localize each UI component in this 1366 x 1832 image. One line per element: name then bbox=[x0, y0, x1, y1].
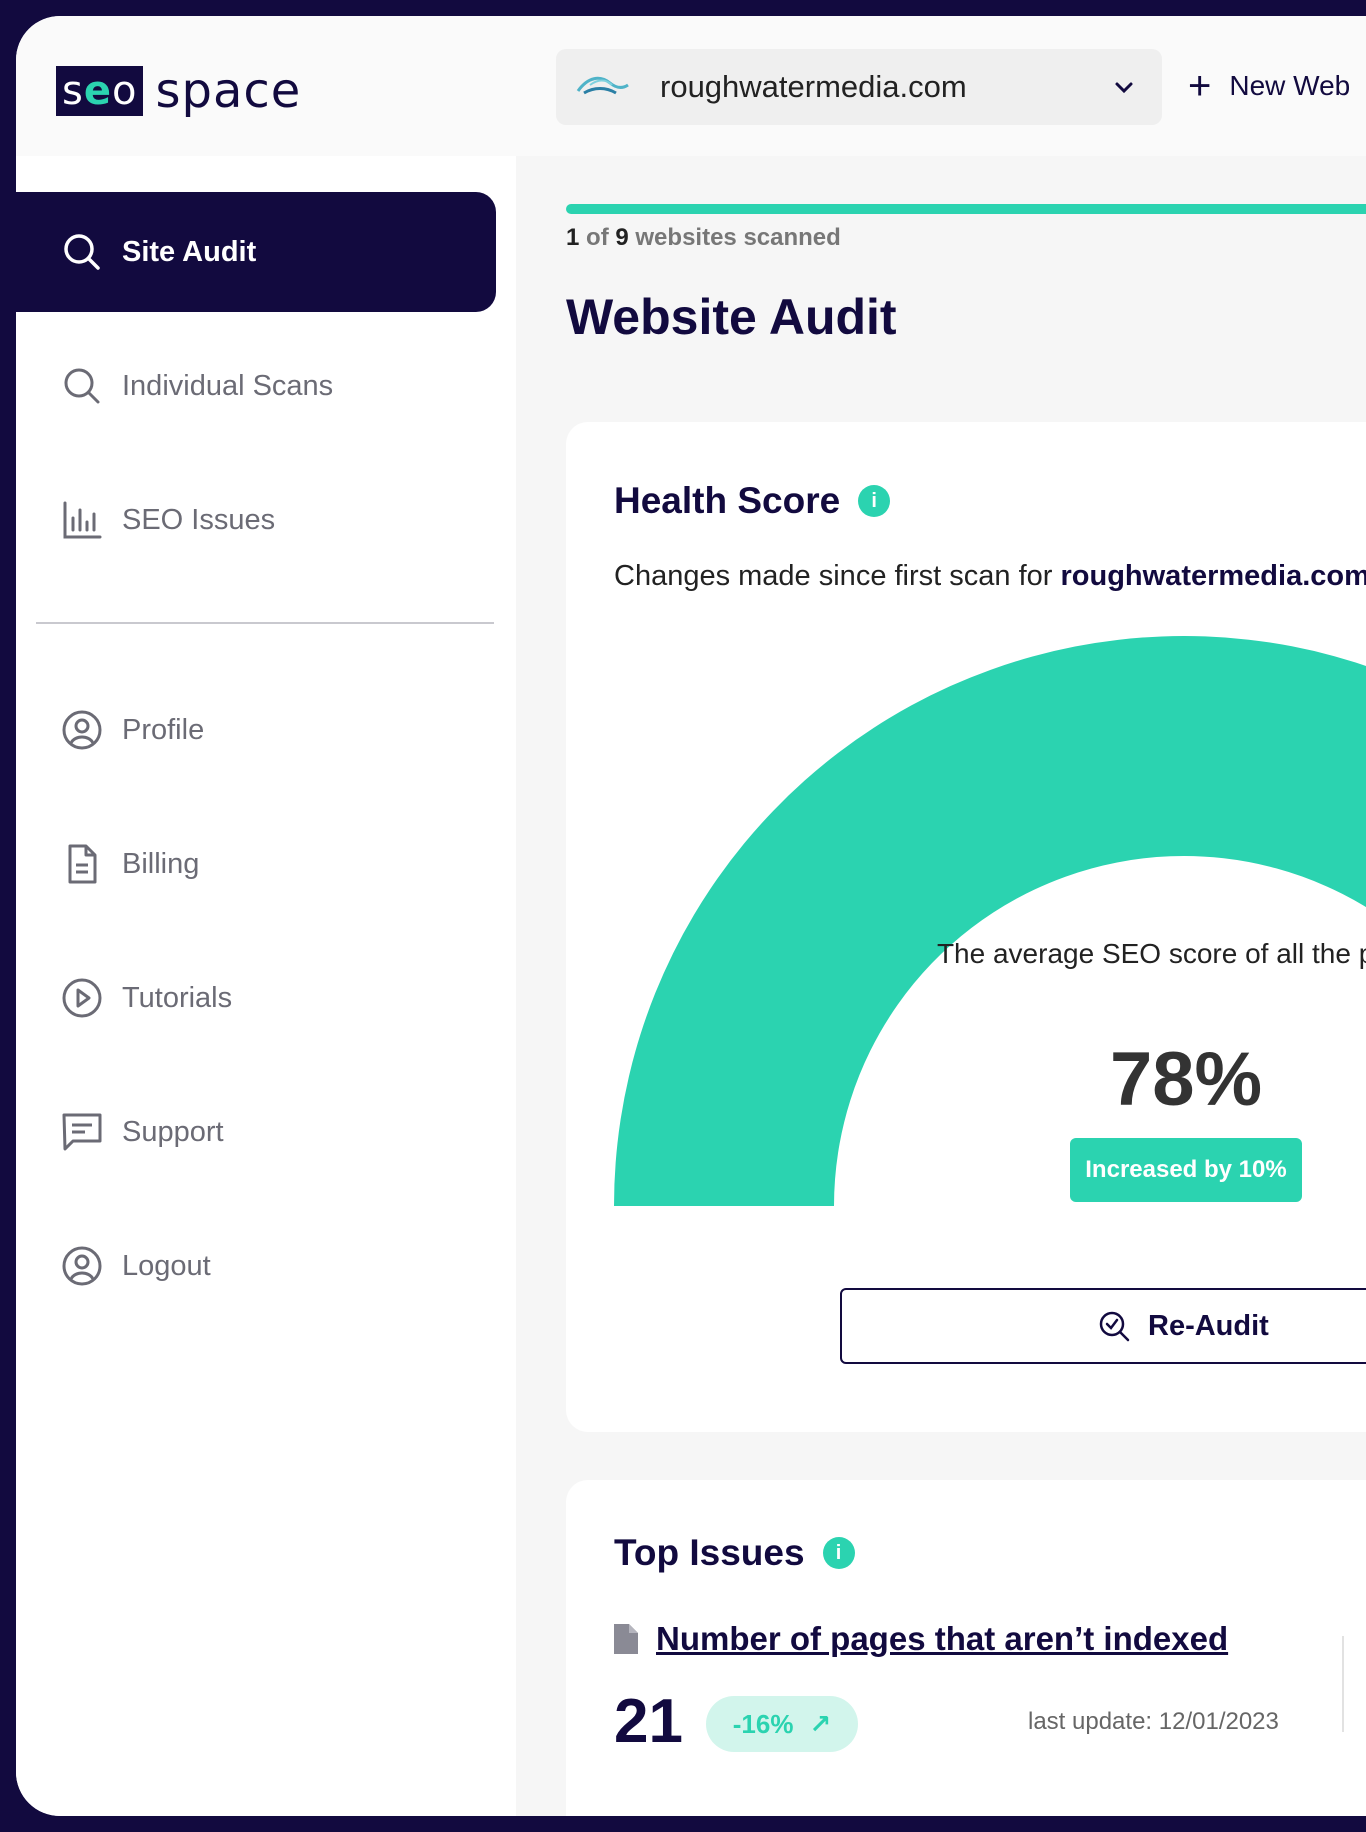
search-check-icon bbox=[1098, 1310, 1130, 1342]
play-circle-icon bbox=[60, 976, 104, 1020]
issue-count: 21 bbox=[614, 1687, 683, 1756]
health-subtitle: Changes made since first scan for roughw… bbox=[614, 560, 1366, 592]
sidebar-item-label: Tutorials bbox=[122, 981, 233, 1014]
bar-chart-icon bbox=[60, 498, 104, 542]
sidebar-item-individual-scans[interactable]: Individual Scans bbox=[16, 326, 496, 446]
selected-website: roughwatermedia.com bbox=[660, 69, 967, 104]
user-circle-icon bbox=[60, 1244, 104, 1288]
user-circle-icon bbox=[60, 708, 104, 752]
gauge-label: The average SEO score of all the pages bbox=[936, 938, 1366, 969]
sidebar-item-tutorials[interactable]: Tutorials bbox=[16, 938, 496, 1058]
info-icon[interactable]: i bbox=[858, 485, 891, 517]
sidebar-item-profile[interactable]: Profile bbox=[16, 670, 496, 790]
health-gauge bbox=[614, 636, 1366, 1206]
issue-row: Number of pages that aren’t indexed bbox=[614, 1620, 1228, 1658]
info-icon[interactable]: i bbox=[822, 1537, 855, 1569]
sidebar-item-seo-issues[interactable]: SEO Issues bbox=[16, 460, 496, 580]
health-score-card: Health Score i Changes made since first … bbox=[566, 422, 1366, 1432]
health-score-value: 78% bbox=[1109, 1037, 1263, 1122]
search-icon bbox=[60, 364, 104, 408]
logo-word: space bbox=[155, 63, 302, 119]
health-score-title: Health Score i bbox=[614, 480, 891, 522]
sidebar-item-label: Site Audit bbox=[122, 235, 257, 268]
vertical-divider bbox=[1342, 1636, 1344, 1732]
sidebar-item-label: Individual Scans bbox=[122, 369, 334, 402]
sidebar-item-logout[interactable]: Logout bbox=[16, 1206, 496, 1326]
sidebar: Site Audit Individual Scans SEO Issues P… bbox=[16, 156, 516, 1816]
new-website-button[interactable]: + New Web bbox=[1188, 63, 1351, 108]
scan-progress-bar bbox=[566, 204, 1366, 214]
sidebar-divider bbox=[36, 622, 494, 624]
sidebar-item-label: SEO Issues bbox=[122, 503, 276, 536]
document-icon bbox=[60, 842, 104, 886]
re-audit-button[interactable]: Re-Audit bbox=[840, 1288, 1366, 1364]
app-frame: seo space roughwatermedia.com + New Web … bbox=[16, 16, 1366, 1816]
seo-space-logo[interactable]: seo space bbox=[56, 60, 301, 122]
page-title: Website Audit bbox=[566, 289, 897, 345]
plus-icon: + bbox=[1188, 63, 1212, 108]
top-issues-card: Top Issues i Number of pages that aren’t… bbox=[566, 1480, 1366, 1816]
last-update: last update: 12/01/2023 bbox=[1028, 1708, 1279, 1735]
sidebar-item-label: Support bbox=[122, 1115, 224, 1148]
re-audit-label: Re-Audit bbox=[1148, 1309, 1269, 1342]
sidebar-item-billing[interactable]: Billing bbox=[16, 804, 496, 924]
new-website-label: New Web bbox=[1229, 70, 1351, 101]
sidebar-item-label: Billing bbox=[122, 847, 200, 880]
issue-delta-badge: -16% ↗ bbox=[706, 1696, 858, 1752]
message-icon bbox=[60, 1110, 104, 1154]
top-issues-title: Top Issues i bbox=[614, 1532, 855, 1574]
website-selector[interactable]: roughwatermedia.com bbox=[556, 49, 1162, 125]
site-favicon-icon bbox=[576, 76, 629, 95]
search-icon bbox=[60, 230, 104, 274]
chevron-down-icon bbox=[1115, 82, 1133, 94]
logo-mark: seo bbox=[56, 66, 144, 116]
sidebar-item-support[interactable]: Support bbox=[16, 1072, 496, 1192]
sidebar-item-label: Profile bbox=[122, 713, 205, 746]
sidebar-item-site-audit[interactable]: Site Audit bbox=[16, 192, 496, 312]
score-change-badge: Increased by 10% bbox=[1070, 1138, 1302, 1202]
arrow-up-right-icon: ↗ bbox=[809, 1708, 832, 1739]
issue-link[interactable]: Number of pages that aren’t indexed bbox=[656, 1620, 1228, 1658]
top-header: seo space roughwatermedia.com + New Web bbox=[16, 16, 1366, 156]
file-icon bbox=[614, 1624, 638, 1654]
sidebar-item-label: Logout bbox=[122, 1249, 211, 1282]
scan-status: 1 of 9 websites scanned bbox=[566, 224, 841, 251]
